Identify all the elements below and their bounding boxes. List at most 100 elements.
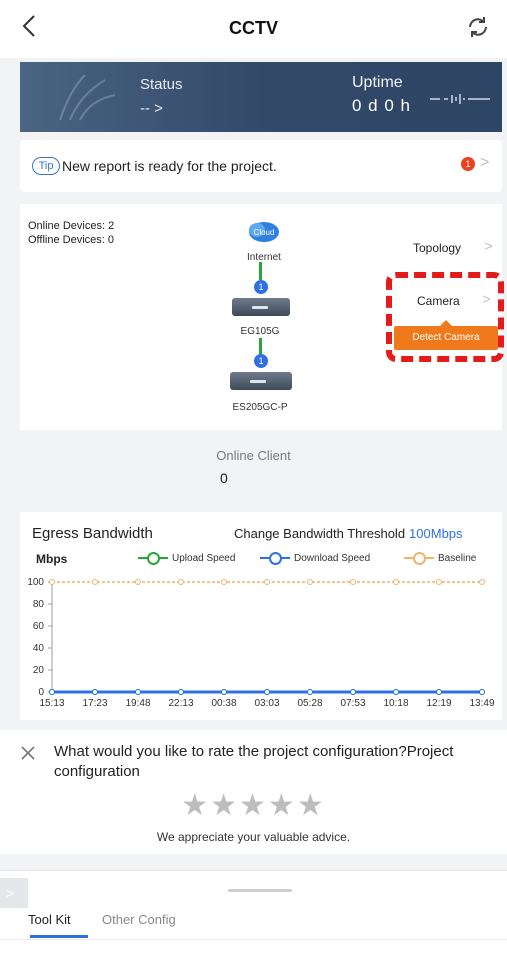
report-tip-card[interactable]: Tip New report is ready for the project.… (20, 140, 502, 192)
x-tick-label: 10:18 (383, 698, 408, 709)
data-point-download-speed (350, 689, 356, 695)
chevron-right-icon: > (484, 238, 493, 255)
legend-download-label: Download Speed (294, 552, 371, 564)
divider (0, 939, 507, 940)
tip-badge: Tip (32, 157, 60, 175)
data-point-baseline (49, 579, 55, 585)
rating-question: What would you like to rate the project … (54, 743, 454, 780)
data-point-baseline (178, 579, 184, 585)
link-line (259, 262, 262, 280)
link-count-badge: 1 (254, 280, 268, 294)
y-tick-label: 100 (27, 577, 44, 588)
chart-unit-label: Mbps (36, 552, 68, 566)
offline-devices-count: Offline Devices: 0 (28, 234, 115, 246)
online-client-label: Online Client (216, 448, 291, 463)
data-point-baseline (436, 579, 442, 585)
x-tick-label: 05:28 (297, 698, 322, 709)
cloud-icon[interactable]: Cloud (246, 218, 282, 244)
data-point-download-speed (479, 689, 485, 695)
data-point-baseline (393, 579, 399, 585)
x-tick-label: 12:19 (426, 698, 451, 709)
cloud-label: Cloud (254, 228, 275, 237)
side-expand-tab[interactable]: > (0, 878, 28, 908)
online-client-value: 0 (220, 470, 228, 486)
status-banner: Status -- > Uptime 0 d 0 h (20, 62, 502, 132)
x-tick-label: 07:53 (340, 698, 365, 709)
star-rating[interactable]: ★★★★★ (0, 788, 507, 823)
router-device-icon[interactable] (232, 298, 290, 316)
x-tick-label: 00:38 (211, 698, 236, 709)
internet-label: Internet (247, 252, 281, 263)
legend-upload-swatch (138, 552, 168, 565)
uptime-value: 0 d 0 h (352, 96, 411, 115)
legend-baseline-label: Baseline (438, 552, 477, 564)
uptime-label: Uptime (352, 74, 403, 91)
switch-device-icon[interactable] (230, 372, 292, 390)
device-name-es205gc-p: ES205GC-P (232, 402, 288, 413)
refresh-icon[interactable] (465, 14, 491, 40)
topology-link[interactable]: Topology (413, 241, 461, 255)
signal-decoration-icon (430, 94, 490, 104)
data-point-download-speed (307, 689, 313, 695)
chevron-right-icon: > (480, 154, 490, 171)
data-point-download-speed (92, 689, 98, 695)
status-label: Status (140, 76, 183, 93)
x-tick-label: 15:13 (39, 698, 64, 709)
data-point-download-speed (393, 689, 399, 695)
change-threshold-link[interactable]: Change Bandwidth Threshold 100Mbps (234, 526, 463, 541)
chevron-right-icon: > (6, 885, 15, 901)
bandwidth-line-chart: 0 20 40 60 80 100 15:13 17:23 19:48 22:13 00:38 03:… (27, 577, 495, 709)
tab-other-config[interactable]: Other Config (102, 912, 176, 927)
y-tick-label: 60 (33, 621, 45, 632)
link-count-badge: 1 (254, 354, 268, 368)
data-point-download-speed (49, 689, 55, 695)
bandwidth-title: Egress Bandwidth (32, 525, 153, 542)
data-point-download-speed (135, 689, 141, 695)
data-point-download-speed (221, 689, 227, 695)
data-point-download-speed (178, 689, 184, 695)
page-title: CCTV (229, 18, 278, 38)
legend-upload[interactable]: Upload Speed (138, 552, 236, 565)
top-bar: CCTV (0, 0, 507, 58)
y-tick-label: 0 (38, 687, 44, 698)
x-tick-label: 03:03 (254, 698, 279, 709)
online-client-section[interactable]: Online Client 0 (0, 434, 507, 500)
legend-download[interactable]: Download Speed (260, 552, 371, 565)
y-tick-label: 80 (33, 599, 45, 610)
y-tick-label: 20 (33, 665, 45, 676)
legend-baseline[interactable]: Baseline (404, 552, 477, 565)
device-name-eg105g: EG105G (240, 326, 280, 337)
y-tick-label: 40 (33, 643, 45, 654)
data-point-baseline (350, 579, 356, 585)
data-point-baseline (92, 579, 98, 585)
notification-count-badge: 1 (461, 157, 475, 171)
x-tick-label: 17:23 (82, 698, 107, 709)
tab-tool-kit[interactable]: Tool Kit (28, 912, 71, 927)
x-tick-label: 22:13 (168, 698, 193, 709)
legend-upload-label: Upload Speed (172, 552, 236, 564)
close-icon[interactable] (20, 744, 36, 767)
plant-decoration-icon (59, 74, 116, 120)
data-point-baseline (307, 579, 313, 585)
rating-card: What would you like to rate the project … (0, 730, 507, 854)
tip-text: New report is ready for the project. (62, 158, 277, 174)
online-devices-count: Online Devices: 2 (28, 220, 115, 232)
data-point-baseline (221, 579, 227, 585)
legend-download-swatch (260, 552, 290, 565)
x-tick-label: 19:48 (125, 698, 150, 709)
status-value[interactable]: -- > (140, 100, 163, 117)
threshold-value[interactable]: 100Mbps (409, 526, 462, 541)
legend-baseline-swatch (404, 552, 434, 565)
data-point-baseline (135, 579, 141, 585)
data-point-download-speed (264, 689, 270, 695)
data-point-baseline (479, 579, 485, 585)
bottom-panel (0, 870, 507, 953)
active-tab-indicator (30, 935, 88, 938)
drag-handle[interactable] (228, 889, 292, 892)
egress-bandwidth-card: Egress Bandwidth Change Bandwidth Thresh… (20, 512, 502, 720)
rating-note: We appreciate your valuable advice. (156, 830, 351, 844)
x-tick-label: 13:49 (469, 698, 494, 709)
data-point-download-speed (436, 689, 442, 695)
camera-highlight-box (386, 272, 504, 362)
threshold-label: Change Bandwidth Threshold (234, 526, 406, 541)
